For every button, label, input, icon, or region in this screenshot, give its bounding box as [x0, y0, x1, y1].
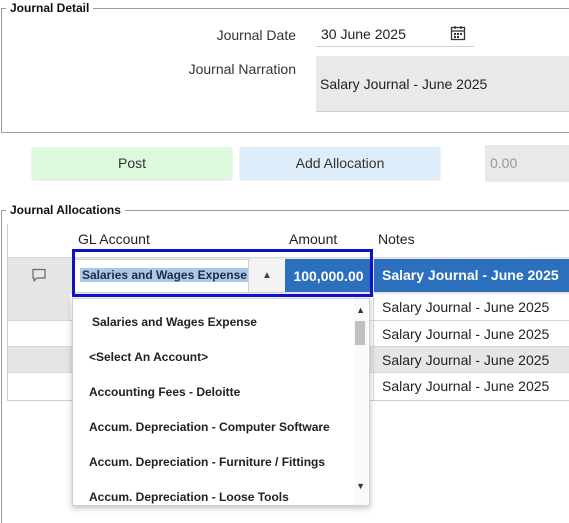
row-notes: Salary Journal - June 2025	[382, 326, 550, 342]
journal-narration-field[interactable]: Salary Journal - June 2025	[316, 56, 569, 112]
scroll-up-icon[interactable]: ▲	[356, 305, 365, 315]
dropdown-option[interactable]: Accum. Depreciation - Loose Tools	[89, 490, 289, 504]
journal-date-field[interactable]: 30 June 2025	[316, 22, 474, 47]
total-amount-value: 0.00	[490, 155, 518, 171]
journal-detail-border-bottom	[1, 132, 569, 133]
journal-narration-value: Salary Journal - June 2025	[320, 76, 488, 92]
gl-account-dropdown-list[interactable]: Salaries and Wages Expense <Select An Ac…	[72, 298, 370, 506]
dropdown-option[interactable]: Accum. Depreciation - Furniture / Fittin…	[89, 455, 325, 469]
dropdown-option[interactable]: Accounting Fees - Deloitte	[89, 385, 240, 399]
add-allocation-button[interactable]: Add Allocation	[240, 147, 440, 179]
row-selector[interactable]	[8, 294, 70, 320]
allocations-legend: Journal Allocations	[6, 203, 125, 217]
notes-cell-text: Salary Journal - June 2025	[382, 267, 559, 283]
dropdown-option[interactable]: Salaries and Wages Expense	[92, 315, 257, 329]
dropdown-option[interactable]: Accum. Depreciation - Computer Software	[89, 420, 330, 434]
comment-icon[interactable]	[31, 267, 47, 283]
journal-detail-border-left	[1, 8, 2, 132]
notes-cell-selected[interactable]: Salary Journal - June 2025	[374, 259, 569, 292]
calendar-icon[interactable]	[450, 25, 466, 41]
journal-detail-legend: Journal Detail	[6, 1, 94, 15]
journal-date-label: Journal Date	[216, 27, 296, 43]
focus-highlight	[72, 249, 373, 297]
post-button[interactable]: Post	[32, 147, 232, 179]
column-header-notes[interactable]: Notes	[378, 231, 415, 247]
row-notes: Salary Journal - June 2025	[382, 352, 550, 368]
dropdown-option[interactable]: <Select An Account>	[89, 350, 208, 364]
notes-column-divider	[373, 293, 374, 399]
scroll-down-icon[interactable]: ▼	[356, 481, 365, 491]
row-notes: Salary Journal - June 2025	[382, 299, 550, 315]
column-header-gl-account[interactable]: GL Account	[78, 231, 150, 247]
journal-narration-label: Journal Narration	[188, 61, 296, 77]
scrollbar-thumb[interactable]	[355, 321, 365, 345]
row-notes: Salary Journal - June 2025	[382, 378, 550, 394]
column-header-amount[interactable]: Amount	[289, 231, 337, 247]
journal-date-value: 30 June 2025	[321, 26, 406, 42]
total-amount-field: 0.00	[485, 145, 569, 182]
allocations-border-left	[1, 210, 2, 523]
